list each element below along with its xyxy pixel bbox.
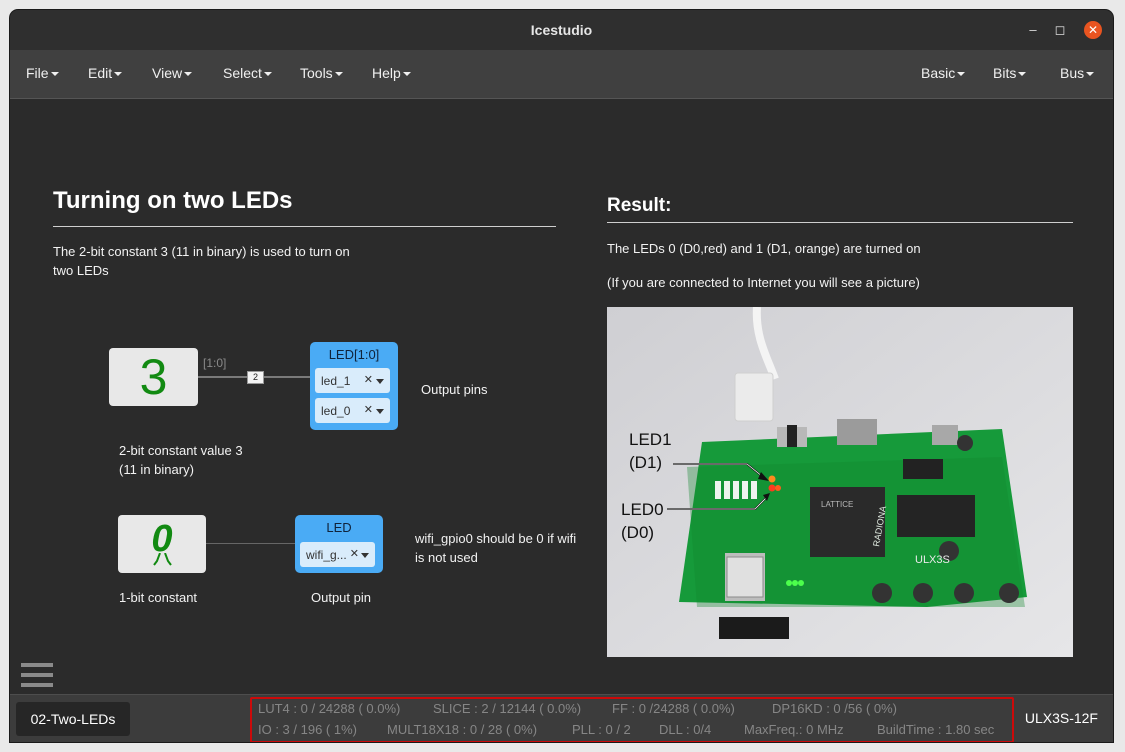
- board-print-lattice: LATTICE: [821, 500, 853, 509]
- menu-select-label: Select: [223, 65, 262, 81]
- menu-select[interactable]: Select: [223, 65, 272, 81]
- status-bar: 02-Two-LEDs LUT4 : 0 / 24288 ( 0.0%) SLI…: [10, 694, 1113, 742]
- stat-maxfreq: MaxFreq.: 0 MHz: [744, 722, 844, 737]
- output-pins-note: Output pins: [421, 382, 488, 397]
- menu-edit-label: Edit: [88, 65, 113, 81]
- menu-bus-label: Bus: [1060, 65, 1085, 81]
- pin-select-led0[interactable]: led_0 ✕: [315, 398, 390, 423]
- chevron-down-icon: [402, 72, 411, 77]
- wifi-note-line1: wifi_gpio0 should be 0 if wifi: [415, 531, 577, 546]
- stat-pll: PLL : 0 / 2: [572, 722, 631, 737]
- stat-slice: SLICE : 2 / 12144 ( 0.0%): [433, 701, 582, 716]
- menu-bits-label: Bits: [993, 65, 1017, 81]
- clear-icon[interactable]: ✕: [364, 403, 373, 416]
- const2-label: 1-bit constant: [119, 590, 198, 605]
- constant-block-0[interactable]: 0: [118, 515, 206, 573]
- close-icon[interactable]: ✕: [1084, 21, 1102, 39]
- chevron-down-icon[interactable]: [376, 379, 384, 384]
- led1-photo-label-a: LED1: [629, 430, 672, 449]
- clear-icon[interactable]: ✕: [350, 547, 359, 560]
- menu-view[interactable]: View: [152, 65, 193, 81]
- menu-basic-label: Basic: [921, 65, 956, 81]
- led0-photo-label-a: LED0: [621, 500, 664, 519]
- led-bit-block[interactable]: LED wifi_g... ✕: [295, 515, 383, 573]
- chevron-down-icon: [263, 72, 272, 77]
- menu-help-label: Help: [372, 65, 401, 81]
- const1-label-line1: 2-bit constant value 3: [119, 443, 243, 458]
- stat-mult: MULT18X18 : 0 / 28 ( 0%): [387, 722, 538, 737]
- led-bus-block[interactable]: LED[1:0] led_1 ✕ led_0 ✕: [310, 342, 398, 430]
- left-heading-rule: [53, 226, 556, 227]
- result-heading-rule: [607, 222, 1073, 223]
- led-bit-title: LED: [326, 520, 352, 535]
- hamburger-menu-icon[interactable]: [21, 663, 53, 693]
- menu-tools-label: Tools: [300, 65, 333, 81]
- minimize-icon[interactable]: –: [1022, 20, 1044, 40]
- wifi-note-line2: is not used: [415, 550, 478, 565]
- constant-block-3[interactable]: 3: [109, 348, 198, 406]
- project-tab[interactable]: 02-Two-LEDs: [16, 702, 130, 736]
- board-print-ulx3s: ULX3S: [915, 554, 950, 566]
- maximize-icon[interactable]: ◻: [1049, 20, 1071, 40]
- window-title: Icestudio: [530, 22, 593, 38]
- wire-range-label: [1:0]: [203, 356, 227, 370]
- bit-legs-icon: [153, 553, 172, 566]
- stat-ff: FF : 0 /24288 ( 0.0%): [612, 701, 735, 716]
- title-bar: Icestudio – ◻ ✕: [10, 10, 1113, 50]
- menu-edit[interactable]: Edit: [88, 65, 123, 81]
- led-bus-title: LED[1:0]: [328, 347, 380, 362]
- led1-photo-label-b: (D1): [629, 453, 662, 472]
- clear-icon[interactable]: ✕: [364, 373, 373, 386]
- resource-stats: LUT4 : 0 / 24288 ( 0.0%) SLICE : 2 / 121…: [250, 697, 1014, 742]
- led0-photo-label-b: (D0): [621, 523, 654, 542]
- menu-view-label: View: [152, 65, 183, 81]
- result-line1: The LEDs 0 (D0,red) and 1 (D1, orange) a…: [607, 241, 921, 256]
- menu-tools[interactable]: Tools: [300, 65, 343, 81]
- result-photo: LED1 (D1) LED0 (D0) ULX3S LATTICE RADION…: [607, 307, 1073, 657]
- board-photo-illustration: LED1 (D1) LED0 (D0) ULX3S LATTICE RADION…: [607, 307, 1073, 657]
- pin-name: wifi_g...: [306, 548, 347, 562]
- stat-io: IO : 3 / 196 ( 1%): [258, 722, 357, 737]
- pin-name: led_0: [321, 404, 351, 418]
- pin-name: led_1: [321, 374, 351, 388]
- stat-dp16kd: DP16KD : 0 /56 ( 0%): [772, 701, 897, 716]
- chevron-down-icon: [1018, 72, 1027, 77]
- design-canvas[interactable]: Turning on two LEDs The 2-bit constant 3…: [10, 99, 1113, 694]
- result-line2: (If you are connected to Internet you wi…: [607, 275, 920, 290]
- menu-bits[interactable]: Bits: [993, 65, 1027, 81]
- menu-file-label: File: [26, 65, 49, 81]
- constant-value: 3: [139, 349, 168, 405]
- chevron-down-icon: [334, 72, 343, 77]
- menu-bar: File Edit View Select Tools Help Basic B…: [10, 50, 1113, 99]
- chevron-down-icon: [50, 72, 59, 77]
- left-heading: Turning on two LEDs: [53, 187, 293, 214]
- stat-lut4: LUT4 : 0 / 24288 ( 0.0%): [258, 701, 401, 716]
- stat-dll: DLL : 0/4: [659, 722, 712, 737]
- output-pin-label: Output pin: [311, 590, 371, 605]
- board-selector[interactable]: ULX3S-12F: [1025, 710, 1098, 726]
- menu-basic[interactable]: Basic: [921, 65, 966, 81]
- wire-width-badge: 2: [247, 371, 264, 384]
- pin-select-wifi[interactable]: wifi_g... ✕: [300, 542, 375, 567]
- pin-select-led1[interactable]: led_1 ✕: [315, 368, 390, 393]
- app-window: Icestudio – ◻ ✕ File Edit View Select To…: [10, 10, 1113, 742]
- chevron-down-icon: [114, 72, 123, 77]
- menu-bus[interactable]: Bus: [1060, 65, 1095, 81]
- bit-wire[interactable]: [206, 543, 295, 544]
- chevron-down-icon: [1086, 72, 1095, 77]
- stat-buildtime: BuildTime : 1.80 sec: [877, 722, 995, 737]
- result-heading: Result:: [607, 195, 672, 216]
- chevron-down-icon: [184, 72, 193, 77]
- left-desc-line2: two LEDs: [53, 263, 109, 278]
- chevron-down-icon: [957, 72, 966, 77]
- left-desc-line1: The 2-bit constant 3 (11 in binary) is u…: [53, 244, 350, 259]
- chevron-down-icon[interactable]: [376, 409, 384, 414]
- chevron-down-icon[interactable]: [361, 553, 369, 558]
- menu-file[interactable]: File: [26, 65, 59, 81]
- const1-label-line2: (11 in binary): [119, 462, 194, 477]
- menu-help[interactable]: Help: [372, 65, 411, 81]
